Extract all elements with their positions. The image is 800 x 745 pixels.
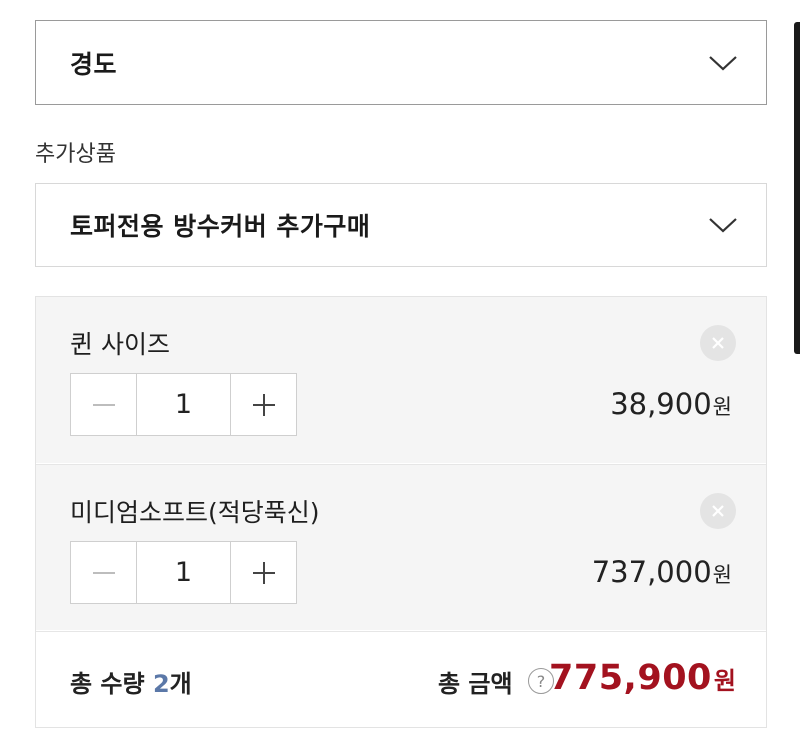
option-name: 미디엄소프트(적당푹신)	[70, 498, 320, 527]
total-quantity: 총 수량 2개	[70, 664, 192, 699]
total-amount-value: 775,900	[548, 658, 712, 698]
increase-qty-button[interactable]	[231, 542, 296, 603]
minus-icon	[92, 571, 115, 574]
option-price-amount: 737,000	[591, 555, 712, 589]
selected-option-item: 퀸 사이즈 1 38,900 원	[36, 297, 766, 463]
decrease-qty-button[interactable]	[71, 374, 136, 435]
remove-option-button[interactable]	[700, 493, 736, 529]
scrollbar[interactable]	[794, 22, 800, 354]
option-price-currency: 원	[712, 395, 732, 419]
total-quantity-value: 2	[152, 670, 170, 698]
total-quantity-label: 총 수량	[70, 670, 145, 698]
quantity-stepper: 1	[70, 541, 297, 604]
option-price: 737,000 원	[592, 555, 732, 589]
remove-option-button[interactable]	[700, 325, 736, 361]
quantity-value[interactable]: 1	[136, 542, 231, 603]
order-options-panel: 경도 추가상품 토퍼전용 방수커버 추가구매 퀸 사이즈 1 38,900 원 …	[0, 0, 800, 745]
order-total-row: 총 수량 2개 총 금액 ? 775,900 원	[36, 631, 766, 727]
selected-option-item: 미디엄소프트(적당푹신) 1 737,000 원	[36, 464, 766, 630]
option-price: 38,900 원	[610, 387, 732, 421]
option-name: 퀸 사이즈	[70, 330, 170, 359]
chevron-down-icon	[708, 53, 738, 73]
plus-icon	[252, 393, 275, 416]
chevron-down-icon	[708, 215, 738, 235]
firmness-select[interactable]: 경도	[35, 20, 767, 105]
plus-icon	[252, 561, 275, 584]
total-amount-label: 총 금액	[438, 670, 513, 698]
increase-qty-button[interactable]	[231, 374, 296, 435]
addon-label: 추가상품	[35, 142, 116, 167]
addon-select[interactable]: 토퍼전용 방수커버 추가구매	[35, 183, 767, 267]
quantity-value[interactable]: 1	[136, 374, 231, 435]
total-amount-currency: 원	[713, 667, 736, 695]
option-price-currency: 원	[712, 563, 732, 587]
quantity-stepper: 1	[70, 373, 297, 436]
decrease-qty-button[interactable]	[71, 542, 136, 603]
minus-icon	[92, 403, 115, 406]
close-icon	[712, 337, 724, 349]
addon-select-value: 토퍼전용 방수커버 추가구매	[70, 212, 371, 241]
total-amount: 775,900 원	[549, 658, 736, 698]
option-price-amount: 38,900	[610, 387, 712, 421]
firmness-select-value: 경도	[70, 49, 118, 79]
total-quantity-unit: 개	[169, 670, 192, 698]
selected-options-list: 퀸 사이즈 1 38,900 원 미디엄소프트(적당푹신) 1 737,000 …	[35, 296, 767, 728]
close-icon	[712, 505, 724, 517]
